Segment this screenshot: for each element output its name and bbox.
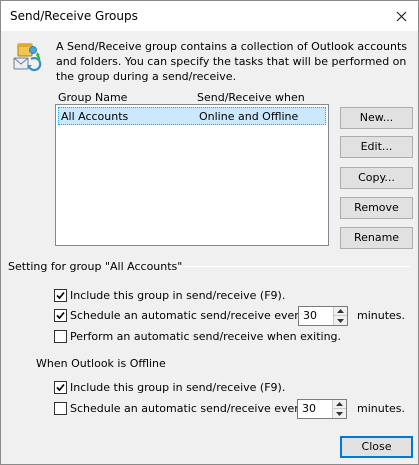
send-receive-groups-icon — [11, 41, 43, 73]
checkmark-icon — [56, 291, 65, 300]
rename-button[interactable]: Rename — [340, 227, 413, 249]
arrow-down-icon — [336, 411, 343, 416]
include-group-checkbox[interactable] — [54, 289, 67, 302]
groups-listbox[interactable]: All Accounts Online and Offline — [55, 104, 329, 246]
include-group-label: Include this group in send/receive (F9). — [70, 289, 286, 302]
arrow-up-icon — [336, 402, 343, 406]
title-bar: Send/Receive Groups — [1, 1, 418, 31]
checkmark-icon — [56, 311, 65, 320]
section-divider — [177, 266, 410, 267]
window-title: Send/Receive Groups — [10, 9, 138, 23]
new-button[interactable]: New... — [340, 107, 413, 129]
offline-minutes-spinner[interactable]: 30 — [297, 399, 347, 419]
list-item[interactable]: All Accounts Online and Offline — [58, 107, 326, 125]
group-settings-heading: Setting for group "All Accounts" — [8, 260, 183, 273]
column-header-send-receive-when: Send/Receive when — [197, 91, 305, 104]
spinner-buttons — [333, 307, 347, 325]
offline-include-group-label: Include this group in send/receive (F9). — [70, 381, 286, 394]
close-button[interactable]: Close — [340, 436, 413, 458]
spin-down-button[interactable] — [333, 409, 346, 418]
intro-text: A Send/Receive group contains a collecti… — [56, 40, 407, 83]
send-receive-on-exit-label: Perform an automatic send/receive when e… — [70, 330, 342, 343]
close-icon — [396, 11, 406, 21]
copy-button[interactable]: Copy... — [340, 167, 413, 189]
offline-include-group-checkbox[interactable] — [54, 381, 67, 394]
arrow-up-icon — [337, 309, 344, 313]
schedule-minutes-spinner[interactable]: 30 — [298, 306, 348, 326]
send-receive-groups-dialog: Send/Receive Groups A Send/Receive group… — [0, 0, 419, 465]
spin-up-button[interactable] — [334, 307, 347, 316]
minutes-unit-label: minutes. — [357, 309, 406, 322]
edit-button[interactable]: Edit... — [340, 136, 413, 158]
schedule-send-receive-checkbox[interactable] — [54, 309, 67, 322]
checkmark-icon — [56, 383, 65, 392]
send-receive-on-exit-checkbox[interactable] — [54, 330, 67, 343]
column-header-group-name: Group Name — [58, 91, 128, 104]
remove-button[interactable]: Remove — [340, 197, 413, 219]
spin-up-button[interactable] — [333, 400, 346, 409]
offline-minutes-unit-label: minutes. — [357, 402, 406, 415]
offline-schedule-label: Schedule an automatic send/receive every — [70, 402, 306, 415]
close-window-button[interactable] — [384, 1, 418, 31]
group-when-cell: Online and Offline — [199, 110, 299, 123]
schedule-send-receive-label: Schedule an automatic send/receive every — [70, 309, 306, 322]
spinner-buttons — [332, 400, 346, 418]
offline-minutes-value[interactable]: 30 — [298, 400, 316, 418]
group-name-cell: All Accounts — [61, 110, 129, 123]
offline-schedule-checkbox[interactable] — [54, 402, 67, 415]
arrow-down-icon — [337, 318, 344, 323]
schedule-minutes-value[interactable]: 30 — [299, 307, 317, 325]
spin-down-button[interactable] — [334, 316, 347, 325]
offline-settings-heading: When Outlook is Offline — [36, 357, 166, 370]
